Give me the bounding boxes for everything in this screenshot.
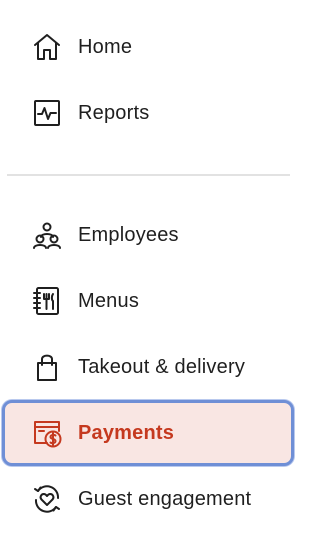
menus-icon (30, 284, 64, 318)
sidebar-item-reports[interactable]: Reports (4, 82, 292, 144)
payments-icon (30, 416, 64, 450)
sidebar-item-label: Takeout & delivery (78, 355, 246, 378)
guest-engagement-icon (30, 482, 64, 516)
home-icon (30, 30, 64, 64)
sidebar-item-label: Menus (78, 289, 140, 312)
sidebar-item-payments[interactable]: Payments (2, 400, 294, 466)
shopping-bag-icon (30, 350, 64, 384)
sidebar-item-employees[interactable]: Employees (4, 204, 292, 266)
sidebar-item-label: Reports (78, 101, 150, 124)
employees-icon (30, 218, 64, 252)
sidebar-item-home[interactable]: Home (4, 16, 292, 78)
sidebar-item-menus[interactable]: Menus (4, 270, 292, 332)
sidebar-item-label: Home (78, 35, 133, 58)
sidebar-divider (7, 174, 290, 176)
sidebar-item-label: Payments (78, 421, 175, 444)
sidebar-item-guest-engagement[interactable]: Guest engagement (4, 468, 292, 530)
sidebar-item-label: Employees (78, 223, 179, 246)
sidebar-item-takeout-delivery[interactable]: Takeout & delivery (4, 336, 292, 398)
sidebar-item-label: Guest engagement (78, 487, 252, 510)
reports-icon (30, 96, 64, 130)
sidebar-nav: Home Reports Employees Menus Takeout & d… (0, 0, 302, 550)
